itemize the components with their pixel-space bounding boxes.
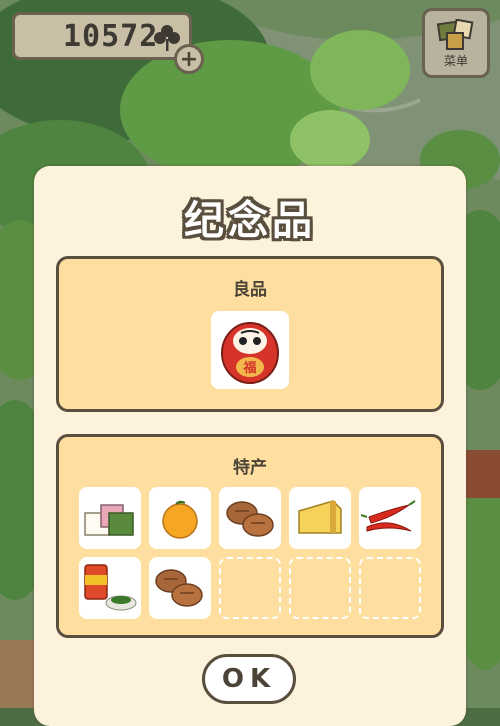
souvenir-slot-rice-cakes[interactable] xyxy=(79,487,141,549)
good-items-panel: 良品 福 xyxy=(56,256,444,412)
daruma-icon: 福 xyxy=(221,322,279,384)
daruma-character: 福 xyxy=(242,360,256,376)
good-items-title: 良品 xyxy=(233,280,267,300)
souvenirs-dialog: 纪念品 良品 福 特产 xyxy=(34,166,466,726)
specialty-items-title: 特产 xyxy=(233,458,267,478)
chili-pepper-icon xyxy=(360,500,416,532)
menu-button[interactable]: 菜单 xyxy=(422,8,490,78)
plus-icon: + xyxy=(179,46,199,72)
orange-icon xyxy=(162,500,198,539)
cheese-icon xyxy=(298,500,342,534)
clover-counter: 10572 xyxy=(12,12,192,60)
menu-label: 菜单 xyxy=(443,54,468,68)
add-clover-button[interactable]: + xyxy=(174,44,204,74)
souvenir-slot-buns[interactable] xyxy=(219,487,281,549)
souvenir-slot-manju[interactable] xyxy=(149,557,211,619)
rice-cakes-icon xyxy=(84,504,134,536)
souvenir-slot-daruma[interactable]: 福 xyxy=(211,311,289,389)
buns-icon xyxy=(226,501,274,537)
souvenir-slot-peppers[interactable] xyxy=(359,487,421,549)
manju-icon xyxy=(155,569,203,607)
empty-slot xyxy=(359,557,421,619)
specialty-items-panel: 特产 xyxy=(56,434,444,638)
clover-count: 10572 xyxy=(63,19,159,54)
dialog-title: 纪念品 xyxy=(184,198,316,244)
empty-slot xyxy=(219,557,281,619)
ok-button[interactable]: OK xyxy=(202,654,296,704)
souvenir-slot-orange[interactable] xyxy=(149,487,211,549)
souvenir-slot-cheese[interactable] xyxy=(289,487,351,549)
souvenir-slot-tea-can[interactable] xyxy=(79,557,141,619)
tea-can-icon xyxy=(84,564,137,611)
empty-slot xyxy=(289,557,351,619)
